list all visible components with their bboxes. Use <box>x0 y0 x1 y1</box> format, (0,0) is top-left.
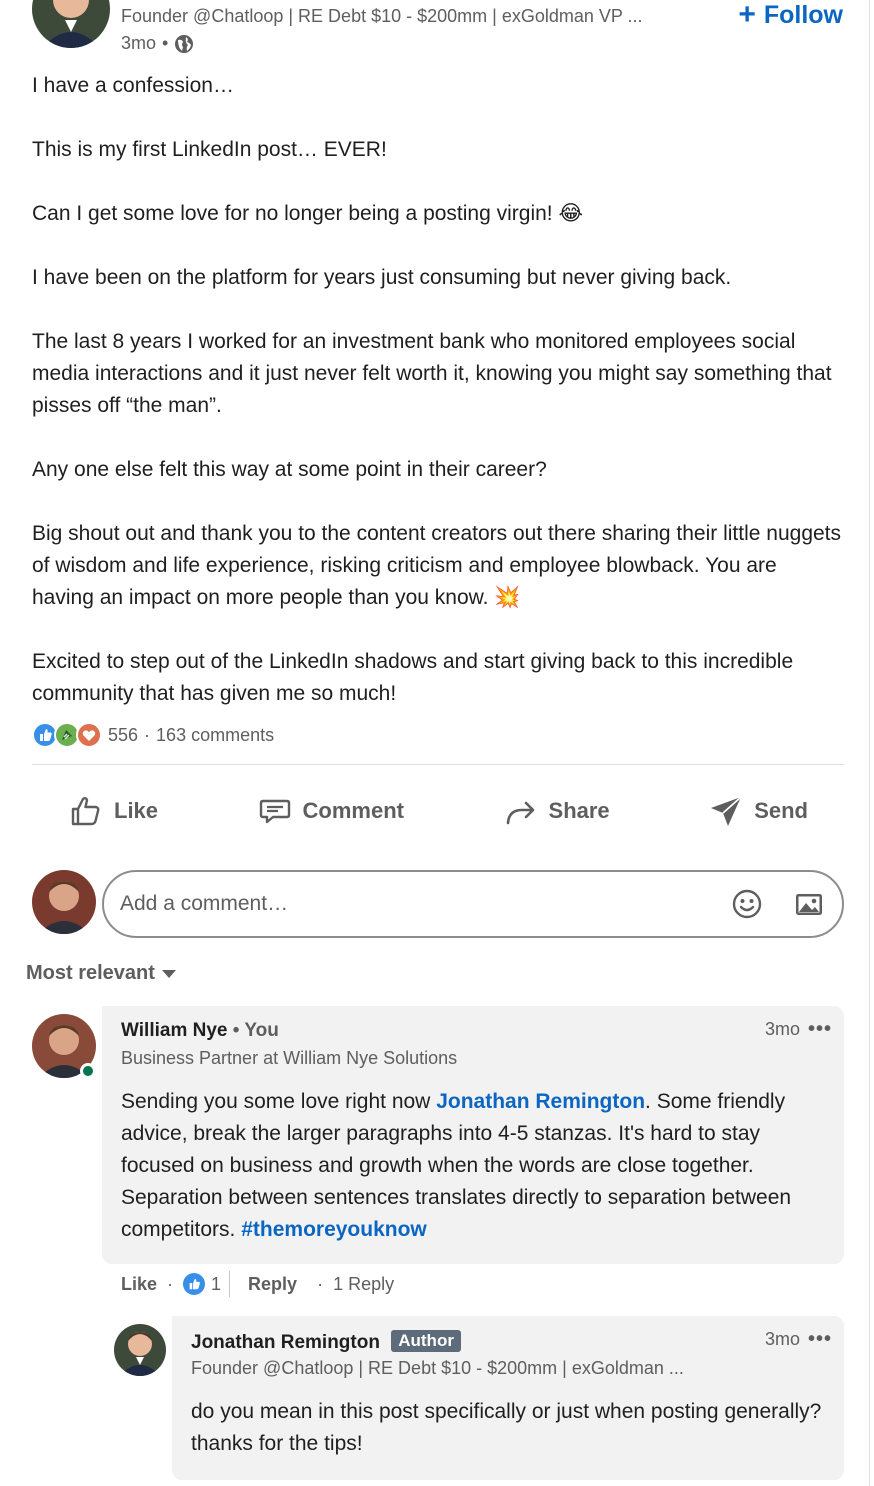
reply-bubble: Jonathan Remington Author Founder @Chatl… <box>172 1316 844 1480</box>
more-options-icon[interactable]: ••• <box>808 1328 832 1351</box>
divider <box>229 1271 231 1297</box>
comment-input[interactable] <box>120 892 702 916</box>
comment-text: Sending you some love right now Jonathan… <box>121 1090 792 1241</box>
social-counts: 556 · 163 comments <box>32 722 274 748</box>
post-time: 3mo <box>121 33 157 53</box>
comment-icon <box>259 799 290 824</box>
mention-link[interactable]: Jonathan Remington <box>436 1090 645 1113</box>
post-paragraph: Can I get some love for no longer being … <box>32 202 584 225</box>
comment-input-box[interactable] <box>102 870 844 938</box>
plus-icon: + <box>738 0 756 31</box>
follow-button[interactable]: + Follow <box>738 0 843 30</box>
reply-author-avatar[interactable] <box>114 1324 166 1376</box>
reply-time: 3mo <box>764 1329 800 1349</box>
reaction-icons[interactable] <box>32 722 102 748</box>
post-body: I have a confession… This is my first Li… <box>32 70 842 710</box>
author-badge: Author <box>391 1330 461 1352</box>
post-paragraph: Any one else felt this way at some point… <box>32 458 547 481</box>
image-icon[interactable] <box>792 887 826 921</box>
reaction-count[interactable]: 556 <box>108 725 138 746</box>
replies-count[interactable]: 1 Reply <box>333 1274 394 1295</box>
comment-button[interactable]: Comment <box>221 793 440 829</box>
like-icon <box>183 1273 206 1295</box>
thumbs-up-icon <box>71 797 100 826</box>
you-label: • You <box>232 1020 279 1041</box>
author-avatar[interactable] <box>32 0 110 48</box>
send-icon <box>711 796 742 826</box>
comment-bubble: William Nye • You Business Partner at Wi… <box>102 1006 844 1264</box>
post-paragraph: Excited to step out of the LinkedIn shad… <box>32 650 794 705</box>
post-paragraph: I have been on the platform for years ju… <box>32 266 732 289</box>
action-bar: Like Comment Share Send <box>32 786 844 836</box>
reply-author-headline: Founder @Chatloop | RE Debt $10 - $200mm… <box>191 1358 684 1378</box>
send-button[interactable]: Send <box>672 793 844 829</box>
post-paragraph: The last 8 years I worked for an investm… <box>32 330 832 417</box>
globe-icon <box>174 34 194 54</box>
like-button[interactable]: Like <box>32 793 194 829</box>
my-avatar[interactable] <box>32 870 96 934</box>
commenter-headline: Business Partner at William Nye Solution… <box>121 1048 458 1068</box>
reply-button[interactable]: Reply <box>248 1274 297 1295</box>
sort-dropdown[interactable]: Most relevant <box>26 962 177 985</box>
reply-text: do you mean in this post specifically or… <box>191 1400 822 1455</box>
emoji-icon[interactable] <box>730 887 764 921</box>
divider <box>32 764 844 765</box>
hashtag-link[interactable]: #themoreyouknow <box>241 1218 427 1241</box>
post-meta: 3mo • <box>121 33 194 54</box>
reply-meta: 3mo ••• <box>765 1328 832 1351</box>
commenter-name[interactable]: William Nye <box>121 1020 227 1041</box>
commenter-name-row: William Nye • You <box>121 1020 279 1042</box>
online-status-indicator <box>80 1063 96 1079</box>
comment-like-count[interactable]: 1 <box>211 1274 221 1295</box>
post-paragraph: Big shout out and thank you to the conte… <box>32 522 842 609</box>
comment-like-button[interactable]: Like <box>121 1274 157 1295</box>
more-options-icon[interactable]: ••• <box>808 1018 832 1041</box>
share-button[interactable]: Share <box>467 793 646 829</box>
comment-meta: 3mo ••• <box>765 1018 832 1041</box>
post-paragraph: I have a confession… <box>32 74 234 97</box>
share-arrow-icon <box>506 801 534 825</box>
comment-time: 3mo <box>764 1019 800 1039</box>
comment-actions: Like · 1 Reply · 1 Reply <box>121 1270 394 1298</box>
post-card: Founder @Chatloop | RE Debt $10 - $200mm… <box>0 0 870 1486</box>
post-paragraph: This is my first LinkedIn post… EVER! <box>32 138 387 161</box>
love-icon <box>76 722 102 748</box>
author-headline: Founder @Chatloop | RE Debt $10 - $200mm… <box>121 6 643 26</box>
caret-down-icon <box>161 969 176 978</box>
comments-count[interactable]: 163 comments <box>156 725 274 746</box>
reply-author-name[interactable]: Jonathan Remington <box>191 1332 380 1353</box>
reply-name-row: Jonathan Remington Author <box>191 1330 461 1354</box>
